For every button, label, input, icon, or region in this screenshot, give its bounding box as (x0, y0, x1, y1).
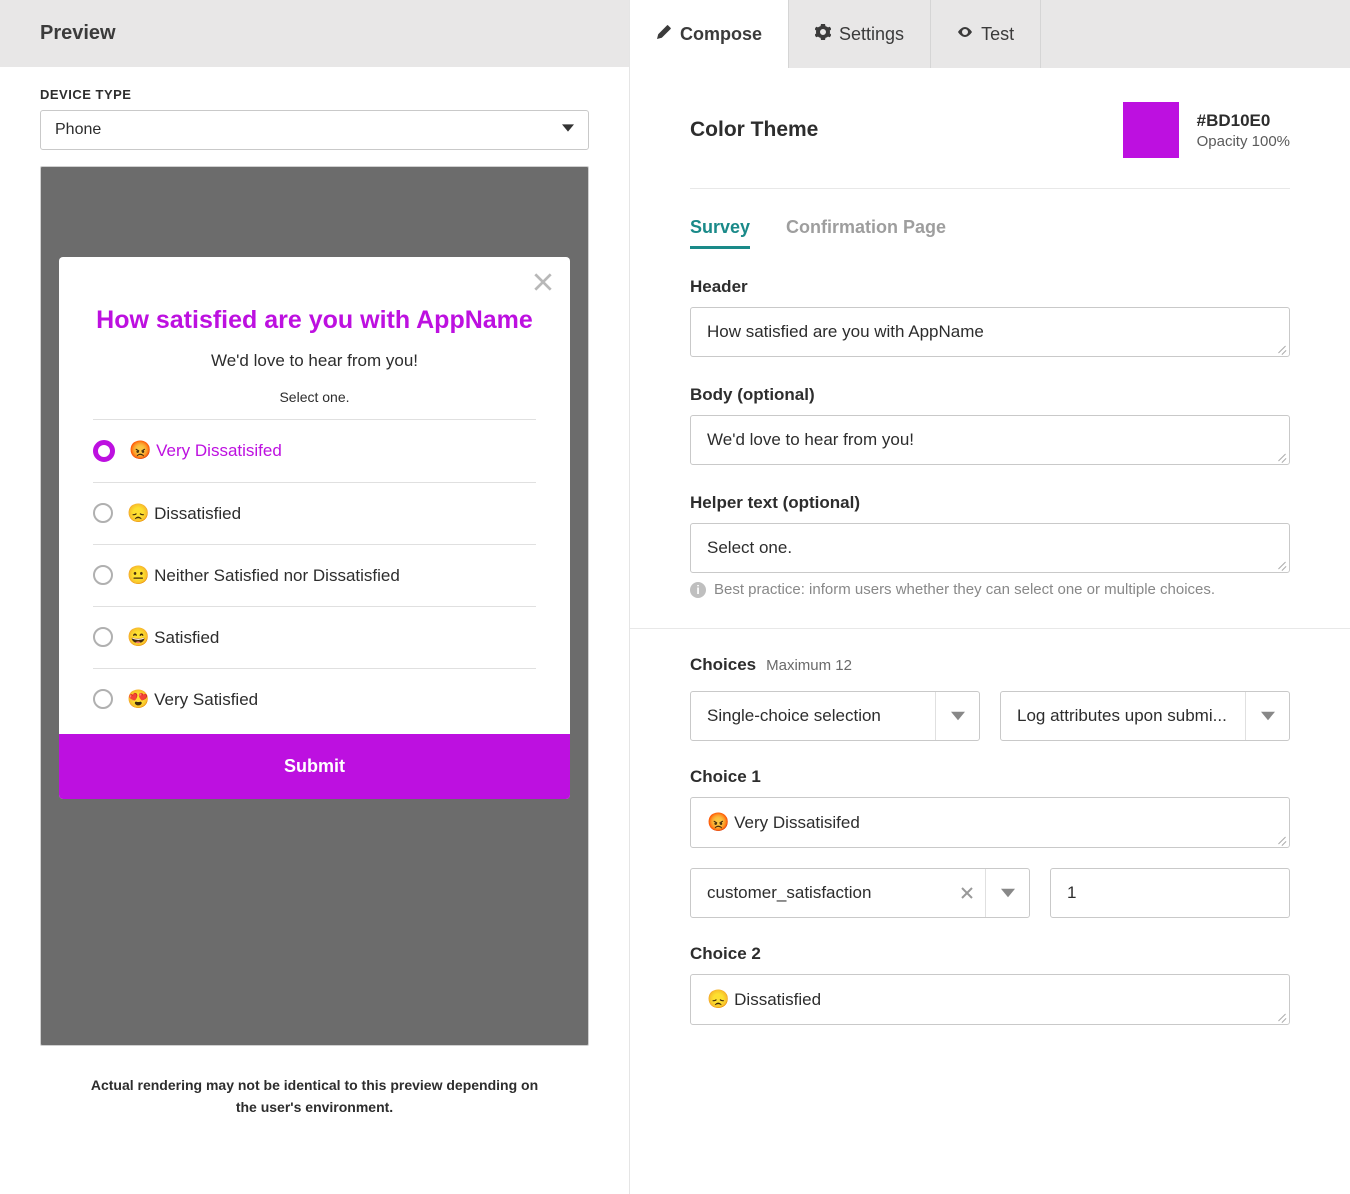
device-type-select[interactable]: Phone (40, 110, 589, 150)
header-input[interactable]: How satisfied are you with AppName (690, 307, 1290, 357)
preview-header: Preview (0, 0, 629, 67)
radio-icon (93, 627, 113, 647)
phone-preview-frame: How satisfied are you with AppName We'd … (40, 166, 589, 1046)
subtab-confirmation[interactable]: Confirmation Page (786, 217, 946, 249)
chevron-down-icon (1245, 692, 1289, 740)
body-input[interactable]: We'd love to hear from you! (690, 415, 1290, 465)
option-text: Very Dissatisifed (156, 441, 282, 460)
preview-footnote: Actual rendering may not be identical to… (40, 1046, 589, 1119)
clear-icon[interactable] (949, 869, 985, 917)
log-mode-select[interactable]: Log attributes upon submi... (1000, 691, 1290, 741)
survey-option[interactable]: 😞 Dissatisfied (93, 483, 536, 544)
top-tabs: Compose Settings Test (630, 0, 1350, 68)
device-type-value: Phone (55, 121, 101, 139)
survey-option[interactable]: 😄 Satisfied (93, 607, 536, 668)
color-theme-label: Color Theme (690, 118, 818, 142)
choice2-label: Choice 2 (690, 944, 1290, 964)
resize-grip-icon[interactable] (1275, 1010, 1287, 1022)
header-field-label: Header (690, 277, 1290, 297)
resize-grip-icon[interactable] (1275, 450, 1287, 462)
caret-down-icon (562, 121, 574, 139)
choice2-input[interactable]: 😞 Dissatisfied (690, 974, 1290, 1025)
emoji-icon: 😞 (127, 503, 149, 523)
preview-panel: Preview DEVICE TYPE Phone How (0, 0, 629, 1194)
choice1-attribute-select[interactable]: customer_satisfaction (690, 868, 1030, 918)
color-opacity: Opacity 100% (1197, 133, 1290, 150)
option-text: Very Satisfied (154, 690, 258, 709)
radio-icon (93, 689, 113, 709)
tab-settings[interactable]: Settings (789, 0, 931, 68)
survey-title: How satisfied are you with AppName (93, 304, 536, 337)
close-icon[interactable] (532, 271, 554, 298)
resize-grip-icon[interactable] (1275, 558, 1287, 570)
emoji-icon: 😄 (127, 627, 149, 647)
gear-icon (815, 24, 831, 45)
survey-card: How satisfied are you with AppName We'd … (59, 257, 570, 799)
helper-hint: i Best practice: inform users whether th… (690, 581, 1290, 598)
emoji-icon: 😐 (127, 565, 149, 585)
survey-options: 😡 Very Dissatisifed 😞 Dissatisfied (59, 415, 570, 734)
option-text: Dissatisfied (154, 504, 241, 523)
preview-title: Preview (40, 22, 589, 45)
choices-header: Choices Maximum 12 (690, 655, 1290, 675)
resize-grip-icon[interactable] (1275, 342, 1287, 354)
subtab-survey[interactable]: Survey (690, 217, 750, 249)
choice1-label: Choice 1 (690, 767, 1290, 787)
device-type-label: DEVICE TYPE (40, 87, 589, 102)
option-text: Neither Satisfied nor Dissatisfied (154, 566, 400, 585)
survey-helper: Select one. (93, 389, 536, 405)
compose-subtabs: Survey Confirmation Page (690, 217, 1290, 249)
submit-button[interactable]: Submit (59, 734, 570, 799)
info-icon: i (690, 582, 706, 598)
resize-grip-icon[interactable] (1275, 833, 1287, 845)
pencil-icon (656, 24, 672, 45)
survey-option[interactable]: 😐 Neither Satisfied nor Dissatisfied (93, 545, 536, 606)
survey-body: We'd love to hear from you! (93, 351, 536, 371)
choice1-attribute-value[interactable]: 1 (1050, 868, 1290, 918)
helper-field-label: Helper text (optional) (690, 493, 1290, 513)
eye-icon (957, 24, 973, 45)
color-theme-picker[interactable]: #BD10E0 Opacity 100% (1123, 102, 1290, 158)
radio-icon (93, 565, 113, 585)
helper-input[interactable]: Select one. (690, 523, 1290, 573)
compose-panel: Compose Settings Test Color Theme #BD10E… (629, 0, 1350, 1194)
radio-icon (93, 503, 113, 523)
color-theme-row: Color Theme #BD10E0 Opacity 100% (690, 102, 1290, 189)
emoji-icon: 😍 (127, 689, 149, 709)
survey-option[interactable]: 😡 Very Dissatisifed (93, 420, 536, 482)
radio-icon (93, 440, 115, 462)
emoji-icon: 😡 (129, 440, 151, 460)
chevron-down-icon (985, 869, 1029, 917)
choice1-input[interactable]: 😡 Very Dissatisifed (690, 797, 1290, 848)
tab-test[interactable]: Test (931, 0, 1041, 68)
chevron-down-icon (935, 692, 979, 740)
selection-mode-select[interactable]: Single-choice selection (690, 691, 980, 741)
color-hex: #BD10E0 (1197, 111, 1290, 131)
survey-option[interactable]: 😍 Very Satisfied (93, 669, 536, 730)
color-swatch (1123, 102, 1179, 158)
tab-compose[interactable]: Compose (630, 0, 789, 68)
option-text: Satisfied (154, 628, 219, 647)
body-field-label: Body (optional) (690, 385, 1290, 405)
